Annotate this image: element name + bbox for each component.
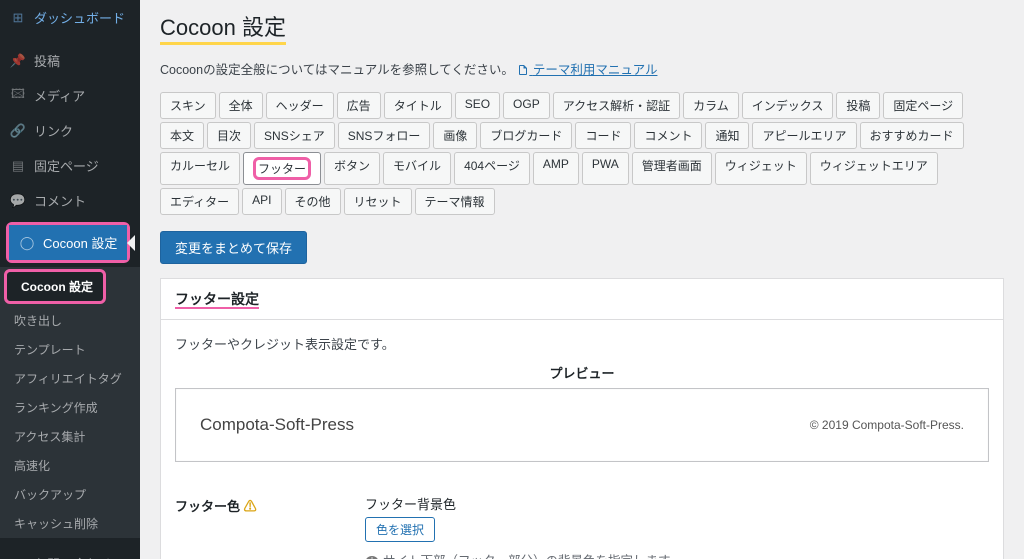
tab-タイトル[interactable]: タイトル <box>384 92 452 119</box>
page-title: Cocoon 設定 <box>160 10 286 45</box>
tab-画像[interactable]: 画像 <box>433 122 477 149</box>
tab-おすすめカード[interactable]: おすすめカード <box>860 122 964 149</box>
submenu-cache[interactable]: キャッシュ削除 <box>0 509 140 538</box>
footer-settings-panel: フッター設定 フッターやクレジット表示設定です。 プレビュー Compota-S… <box>160 278 1004 559</box>
dashboard-icon: ⊞ <box>10 10 26 26</box>
menu-dashboard[interactable]: ⊞ダッシュボード <box>0 0 140 35</box>
submenu-template[interactable]: テンプレート <box>0 335 140 364</box>
save-all-button[interactable]: 変更をまとめて保存 <box>160 231 307 264</box>
tab-その他[interactable]: その他 <box>285 188 341 215</box>
mail-icon: ✉ <box>10 556 26 559</box>
submenu-backup[interactable]: バックアップ <box>0 480 140 509</box>
submenu-ranking[interactable]: ランキング作成 <box>0 393 140 422</box>
doc-icon <box>517 64 529 76</box>
tab-アピールエリア[interactable]: アピールエリア <box>752 122 856 149</box>
bg-color-picker-button[interactable]: 色を選択 <box>365 517 435 542</box>
menu-posts[interactable]: 📌投稿 <box>0 43 140 78</box>
tab-SNSフォロー[interactable]: SNSフォロー <box>338 122 431 149</box>
circle-icon: ◯ <box>19 235 35 251</box>
bg-color-label: フッター背景色 <box>365 494 706 513</box>
tab-本文[interactable]: 本文 <box>160 122 204 149</box>
tab-投稿[interactable]: 投稿 <box>836 92 880 119</box>
submenu-cocoon-settings[interactable]: Cocoon 設定 <box>7 272 103 301</box>
page-description: Cocoonの設定全般についてはマニュアルを参照してください。 テーマ利用マニュ… <box>160 59 1004 78</box>
submenu-affiliate[interactable]: アフィリエイトタグ <box>0 364 140 393</box>
link-icon: 🔗 <box>10 123 26 139</box>
tab-管理者画面[interactable]: 管理者画面 <box>632 152 712 185</box>
tab-目次[interactable]: 目次 <box>207 122 251 149</box>
tab-エディター[interactable]: エディター <box>160 188 239 215</box>
tab-固定ページ[interactable]: 固定ページ <box>883 92 963 119</box>
admin-sidebar: ⊞ダッシュボード 📌投稿 🖾メディア 🔗リンク ▤固定ページ 💬コメント ◯Co… <box>0 0 140 559</box>
tab-ウィジェット[interactable]: ウィジェット <box>715 152 807 185</box>
tab-API[interactable]: API <box>242 188 281 215</box>
submenu-speed[interactable]: 高速化 <box>0 451 140 480</box>
tab-ヘッダー[interactable]: ヘッダー <box>266 92 334 119</box>
preview-copyright: © 2019 Compota-Soft-Press. <box>810 418 964 432</box>
pin-icon: 📌 <box>10 53 26 69</box>
tab-アクセス解析・認証[interactable]: アクセス解析・認証 <box>553 92 680 119</box>
menu-cocoon-settings[interactable]: ◯Cocoon 設定 <box>9 225 127 260</box>
bg-color-hint: iサイト下部（フッター部分）の背景色を指定します。 <box>365 550 706 559</box>
panel-desc: フッターやクレジット表示設定です。 <box>175 334 989 353</box>
submenu-speech[interactable]: 吹き出し <box>0 306 140 335</box>
tab-SNSシェア[interactable]: SNSシェア <box>254 122 335 149</box>
tab-OGP[interactable]: OGP <box>503 92 550 119</box>
tab-通知[interactable]: 通知 <box>705 122 749 149</box>
tab-ボタン[interactable]: ボタン <box>324 152 380 185</box>
tab-テーマ情報[interactable]: テーマ情報 <box>415 188 495 215</box>
tab-コード[interactable]: コード <box>575 122 631 149</box>
footer-preview-box: Compota-Soft-Press © 2019 Compota-Soft-P… <box>175 388 989 462</box>
media-icon: 🖾 <box>10 88 26 104</box>
tab-ウィジェットエリア[interactable]: ウィジェットエリア <box>810 152 938 185</box>
preview-site-title: Compota-Soft-Press <box>200 415 354 435</box>
tab-スキン[interactable]: スキン <box>160 92 216 119</box>
preview-label: プレビュー <box>175 363 989 382</box>
tab-カルーセル[interactable]: カルーセル <box>160 152 240 185</box>
comment-icon: 💬 <box>10 193 26 209</box>
tab-全体[interactable]: 全体 <box>219 92 263 119</box>
tab-ブログカード[interactable]: ブログカード <box>480 122 572 149</box>
page-icon: ▤ <box>10 158 26 174</box>
main-content: Cocoon 設定 Cocoonの設定全般についてはマニュアルを参照してください… <box>140 0 1024 559</box>
footer-color-label: フッター色 ⚠ <box>175 494 365 559</box>
submenu-access[interactable]: アクセス集計 <box>0 422 140 451</box>
tab-リセット[interactable]: リセット <box>344 188 412 215</box>
menu-links[interactable]: 🔗リンク <box>0 113 140 148</box>
tab-SEO[interactable]: SEO <box>455 92 500 119</box>
submenu-cocoon: Cocoon 設定 吹き出し テンプレート アフィリエイトタグ ランキング作成 … <box>0 267 140 538</box>
menu-media[interactable]: 🖾メディア <box>0 78 140 113</box>
menu-contact[interactable]: ✉お問い合わせ <box>0 546 140 559</box>
tab-モバイル[interactable]: モバイル <box>383 152 451 185</box>
tab-PWA[interactable]: PWA <box>582 152 629 185</box>
tab-カラム[interactable]: カラム <box>683 92 739 119</box>
tab-404ページ[interactable]: 404ページ <box>454 152 530 185</box>
tab-フッター[interactable]: フッター <box>243 152 321 185</box>
settings-tabs: スキン全体ヘッダー広告タイトルSEOOGPアクセス解析・認証カラムインデックス投… <box>160 92 1004 215</box>
menu-comments[interactable]: 💬コメント <box>0 183 140 218</box>
tab-コメント[interactable]: コメント <box>634 122 702 149</box>
tab-AMP[interactable]: AMP <box>533 152 579 185</box>
tab-インデックス[interactable]: インデックス <box>742 92 834 119</box>
panel-heading: フッター設定 <box>161 279 1003 320</box>
manual-link[interactable]: テーマ利用マニュアル <box>517 63 657 77</box>
warning-icon: ⚠ <box>244 499 257 514</box>
menu-pages[interactable]: ▤固定ページ <box>0 148 140 183</box>
tab-広告[interactable]: 広告 <box>337 92 381 119</box>
